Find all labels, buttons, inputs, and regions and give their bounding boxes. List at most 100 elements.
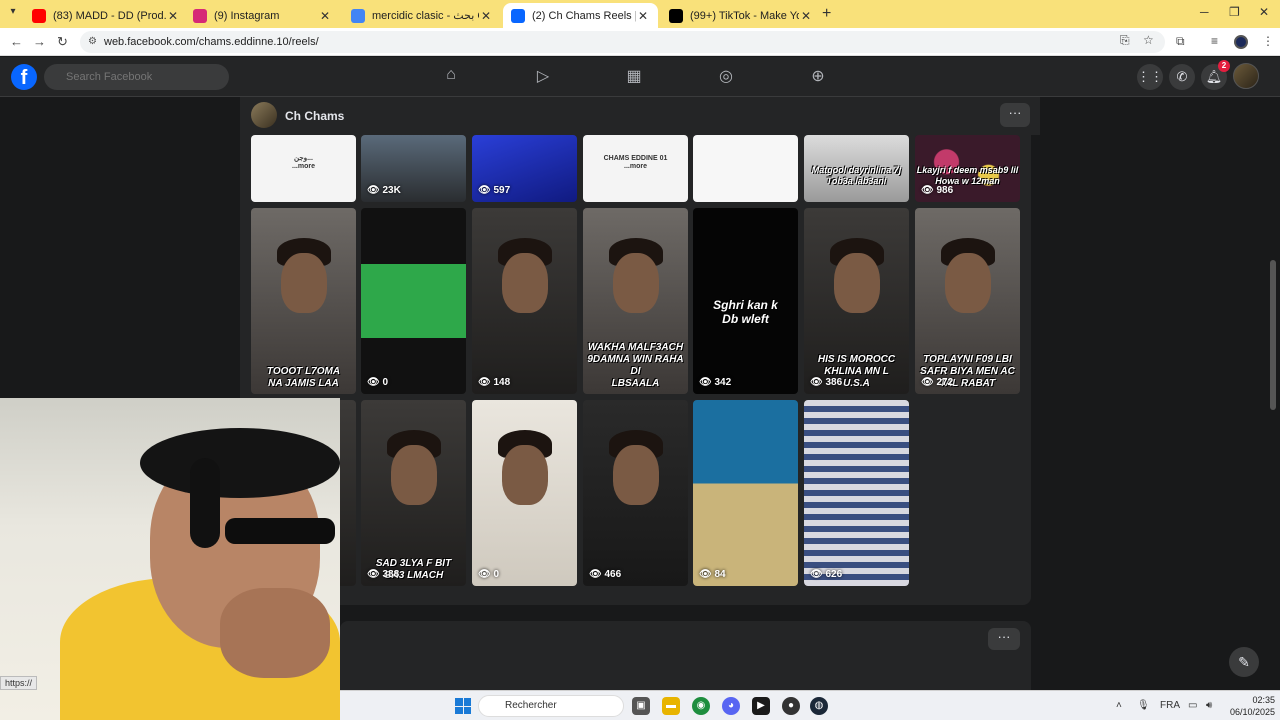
reel-thumbnail[interactable]: 👁︎ 597 xyxy=(472,135,577,202)
reload-icon[interactable]: ↻ xyxy=(57,34,68,50)
view-count-number: 84 xyxy=(714,569,726,580)
reel-thumbnail[interactable]: SAD 3LYA F BIT GA3 LMACH 👁︎ 388 xyxy=(361,400,466,586)
bookmark-star-icon[interactable]: ☆ xyxy=(1143,33,1154,47)
section-more-button[interactable]: ··· xyxy=(988,628,1020,650)
address-bar[interactable]: ⚙ web.facebook.com/chams.eddinne.10/reel… xyxy=(80,31,1165,53)
extensions-puzzle-icon[interactable]: ⧉ xyxy=(1176,34,1185,49)
reel-thumbnail[interactable] xyxy=(693,135,798,202)
eye-icon: 👁︎ xyxy=(367,377,383,388)
tab-title: mercidic clasic - بحث Google xyxy=(372,10,479,22)
groups-icon[interactable]: ◎ xyxy=(715,66,737,88)
eye-icon: 👁︎ xyxy=(921,185,937,196)
terminal-app-icon[interactable]: ▶ xyxy=(752,697,770,715)
recording-app-icon[interactable]: ● xyxy=(782,697,800,715)
reel-thumbnail[interactable]: TOPLAYNI F09 LBI SAFR BIYA MEN AC TAL RA… xyxy=(915,208,1020,394)
close-tab-icon[interactable]: ✕ xyxy=(479,9,493,23)
gaming-icon[interactable]: ⊕ xyxy=(807,66,829,88)
restore-icon[interactable]: ❐ xyxy=(1229,5,1240,19)
facebook-logo-icon[interactable]: f xyxy=(11,64,37,90)
view-count-number: 386 xyxy=(825,377,843,388)
menu-grid-icon[interactable]: ⋮⋮ xyxy=(1137,64,1163,90)
eye-icon: 👁︎ xyxy=(921,377,937,388)
back-arrow-icon[interactable]: ← xyxy=(10,34,23,49)
minimize-icon[interactable]: ─ xyxy=(1200,5,1209,19)
show-hidden-icons-chevron-icon[interactable]: ˄ xyxy=(1116,700,1122,711)
reel-thumbnail[interactable]: HIS IS MOROCC KHLINA MN L U.S.A 👁︎ 386 xyxy=(804,208,909,394)
messenger-icon[interactable]: ✆ xyxy=(1169,64,1195,90)
taskbar-search-box[interactable]: Rechercher xyxy=(478,695,624,717)
reel-thumbnail[interactable]: TOOOT L7OMA NA JAMIS LAA xyxy=(251,208,356,394)
home-icon[interactable]: ⌂ xyxy=(440,66,462,88)
windows-start-icon[interactable] xyxy=(455,698,471,714)
file-explorer-icon[interactable]: ▬ xyxy=(662,697,680,715)
eye-icon: 👁︎ xyxy=(699,377,715,388)
reel-thumbnail[interactable]: CHAMS EDDINE 01 ...more xyxy=(583,135,688,202)
reel-thumbnail[interactable]: 👁︎ 466 xyxy=(583,400,688,586)
browser-tab[interactable]: (2) Ch Chams Reels | Facebook✕ xyxy=(503,3,658,28)
reel-thumbnail[interactable]: ﻭﺟﻦ... ...more xyxy=(251,135,356,202)
browser-tab[interactable]: (99+) TikTok - Make Your Day✕ xyxy=(661,3,821,28)
reel-caption: ﻭﺟﻦ... ...more xyxy=(292,155,315,171)
account-avatar[interactable] xyxy=(1233,63,1259,89)
profile-name[interactable]: Ch Chams xyxy=(285,109,344,123)
new-message-compose-icon[interactable]: ✎ xyxy=(1229,647,1259,677)
reel-thumbnail[interactable]: Lkayjri f deem msab9 lil Howa w 12man 👁︎ … xyxy=(915,135,1020,202)
language-indicator[interactable]: FRA xyxy=(1160,700,1180,711)
task-view-icon[interactable]: ▣ xyxy=(632,697,650,715)
profile-avatar[interactable] xyxy=(251,102,277,128)
reel-person-face xyxy=(945,253,991,313)
search-facebook-input[interactable] xyxy=(44,64,229,90)
reel-thumbnail[interactable]: 👁︎ 148 xyxy=(472,208,577,394)
webcam-person-hand xyxy=(220,588,330,678)
reel-view-count: 👁︎ 0 xyxy=(367,377,388,388)
reel-thumbnail[interactable]: 👁︎ 23K xyxy=(361,135,466,202)
media-controls-icon[interactable]: ≡ xyxy=(1211,34,1218,48)
close-tab-icon[interactable]: ✕ xyxy=(799,9,813,23)
reel-caption: Sghri kan k Db wleft xyxy=(713,298,778,327)
new-tab-plus-icon[interactable]: + xyxy=(822,5,831,23)
reel-person-face xyxy=(281,253,327,313)
page-scrollbar[interactable] xyxy=(1270,260,1276,410)
clock[interactable]: 02:35 06/10/2025 xyxy=(1230,694,1275,718)
close-tab-icon[interactable]: ✕ xyxy=(636,9,650,23)
site-info-icon[interactable]: ⚙ xyxy=(88,36,97,47)
steam-icon[interactable]: ◍ xyxy=(810,697,828,715)
close-tab-icon[interactable]: ✕ xyxy=(318,9,332,23)
url-text[interactable]: web.facebook.com/chams.eddinne.10/reels/ xyxy=(104,36,319,48)
reel-thumbnail[interactable]: 👁︎ 0 xyxy=(361,208,466,394)
reel-view-count: 👁︎ 272 xyxy=(921,377,953,388)
reel-thumbnail[interactable]: 👁︎ 84 xyxy=(693,400,798,586)
profile-more-button[interactable]: ··· xyxy=(1000,103,1030,127)
browser-menu-icon[interactable]: ⋮ xyxy=(1262,34,1274,48)
network-icon[interactable]: ▭ xyxy=(1188,700,1197,711)
view-count-number: 23K xyxy=(382,185,401,196)
view-count-number: 272 xyxy=(936,377,954,388)
reel-thumbnail[interactable]: 👁︎ 0 xyxy=(472,400,577,586)
reel-thumbnail[interactable]: WAKHA MALF3ACH 9DAMNA WIN RAHA DI LBSAAL… xyxy=(583,208,688,394)
browser-tab[interactable]: (83) MADD - DD (Prod.by Wun✕ xyxy=(24,3,188,28)
reel-thumbnail[interactable]: Sghri kan k Db wleft 👁︎ 342 xyxy=(693,208,798,394)
reel-view-count: 👁︎ 597 xyxy=(478,185,510,196)
install-app-icon[interactable]: ⎘ xyxy=(1120,33,1130,48)
browser-tab[interactable]: mercidic clasic - بحث Google✕ xyxy=(343,3,501,28)
browser-profile-avatar[interactable] xyxy=(1234,35,1248,49)
tab-title: (2) Ch Chams Reels | Facebook xyxy=(532,9,636,22)
reel-view-count: 👁︎ 23K xyxy=(367,185,401,196)
close-window-icon[interactable]: ✕ xyxy=(1259,5,1269,19)
forward-arrow-icon[interactable]: → xyxy=(33,34,46,49)
close-tab-icon[interactable]: ✕ xyxy=(166,9,180,23)
chrome-icon[interactable]: ◉ xyxy=(692,697,710,715)
volume-icon[interactable]: 🔊︎ xyxy=(1206,700,1212,711)
reel-thumbnail[interactable]: Matgool dayrinlina 7j Tob3a lab3ani xyxy=(804,135,909,202)
reel-thumbnail[interactable]: 👁︎ 626 xyxy=(804,400,909,586)
discord-icon[interactable]: ◕ xyxy=(722,697,740,715)
reel-person-face xyxy=(613,445,659,505)
view-count-number: 986 xyxy=(936,185,954,196)
microphone-icon[interactable]: 🎙︎ xyxy=(1137,700,1150,711)
next-section-panel xyxy=(340,621,1031,691)
reel-view-count: 👁︎ 986 xyxy=(921,185,953,196)
tab-search-chevron-icon[interactable]: ▾ xyxy=(5,6,21,22)
marketplace-icon[interactable]: ▦ xyxy=(623,66,645,88)
browser-tab[interactable]: (9) Instagram ✕ xyxy=(185,3,340,28)
video-icon[interactable]: ▷ xyxy=(532,66,554,88)
